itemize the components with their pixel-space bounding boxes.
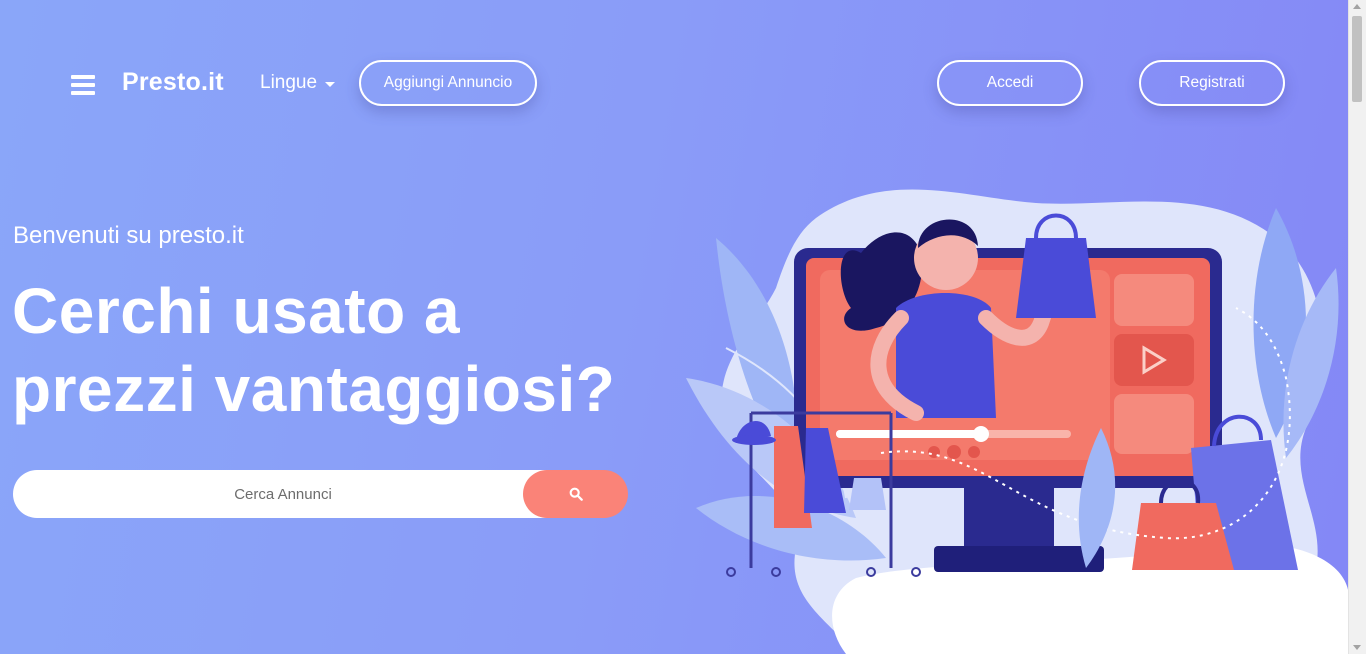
register-button[interactable]: Registrati [1139, 60, 1285, 106]
monitor-base [934, 546, 1104, 572]
scroll-up-icon[interactable] [1353, 4, 1361, 9]
navbar: Presto.it Lingue Aggiungi Annuncio Acced… [0, 0, 1349, 170]
add-listing-button[interactable]: Aggiungi Annuncio [359, 60, 537, 106]
held-bag [1016, 238, 1096, 318]
hamburger-icon[interactable] [71, 75, 95, 95]
page-scrollbar[interactable] [1348, 0, 1366, 654]
search-icon [569, 487, 583, 501]
woman-body [896, 293, 996, 418]
languages-dropdown[interactable]: Lingue [260, 72, 336, 94]
thumb-1 [1114, 274, 1194, 326]
languages-label: Lingue [260, 72, 318, 93]
brand-logo[interactable]: Presto.it [122, 68, 224, 97]
online-shopping-illustration [686, 189, 1349, 654]
search-bar [13, 470, 628, 518]
headline-line-1: Cerchi usato a [12, 275, 461, 347]
bag-coral [1132, 503, 1234, 570]
welcome-text: Benvenuti su presto.it [13, 222, 244, 249]
search-button[interactable] [523, 470, 628, 518]
video-progress-fill [836, 430, 981, 438]
thumb-3 [1114, 394, 1194, 454]
scroll-down-icon[interactable] [1353, 645, 1361, 650]
thumb-2 [1114, 334, 1194, 386]
small-bag [849, 478, 886, 510]
monitor-stand [964, 488, 1054, 548]
caret-down-icon [325, 81, 336, 87]
scrollbar-thumb[interactable] [1352, 16, 1362, 102]
hero-headline: Cerchi usato a prezzi vantaggiosi? [12, 272, 712, 428]
video-progress-knob [973, 426, 989, 442]
search-input[interactable] [13, 470, 553, 518]
headline-line-2: prezzi vantaggiosi? [12, 353, 616, 425]
login-button[interactable]: Accedi [937, 60, 1083, 106]
